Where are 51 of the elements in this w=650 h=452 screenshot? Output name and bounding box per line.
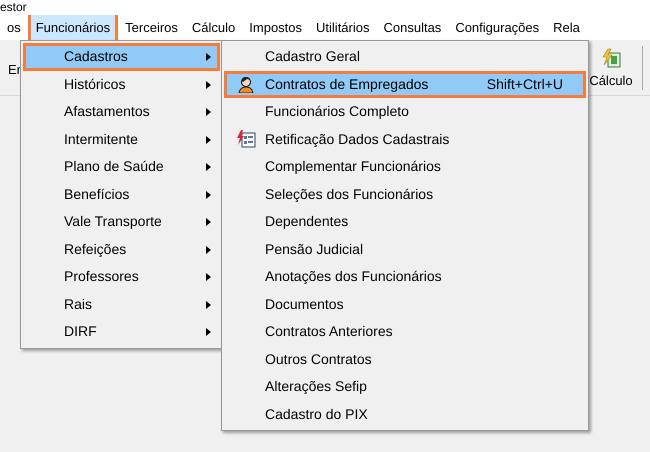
menu-item[interactable]: Contratos de Empregados Shift+Ctrl+U [224, 70, 586, 98]
menu-bar-item[interactable]: Terceiros [118, 15, 185, 40]
submenu-arrow-icon [206, 163, 211, 171]
shortcut-label: Shift+Ctrl+U [486, 74, 564, 94]
submenu-arrow-icon [206, 246, 211, 254]
menu-item[interactable]: Funcionários Completo [224, 98, 586, 126]
menu-bar-item[interactable]: Cálculo [184, 15, 242, 40]
menu-bar-item[interactable]: Rela [546, 15, 587, 40]
menu-item[interactable]: Históricos [23, 70, 220, 98]
menu-item[interactable]: Alterações Sefip [224, 373, 586, 400]
menu-item[interactable]: Intermitente [23, 126, 220, 153]
menu-bar-item[interactable]: Funcionários [28, 15, 118, 40]
menu-item[interactable]: Cadastros [23, 43, 220, 70]
menu-bar-item[interactable]: Utilitários [309, 15, 376, 40]
menu-item[interactable]: Dependentes [224, 208, 586, 236]
menu-item[interactable]: Cadastro do PIX [224, 400, 586, 428]
menu-item[interactable]: Benefícios [23, 180, 220, 208]
menu-bar-item[interactable]: os [0, 15, 28, 40]
menu-item[interactable]: Professores [23, 263, 220, 290]
menu-item[interactable]: Seleções dos Funcionários [224, 180, 586, 208]
menu-item[interactable]: Outros Contratos [224, 346, 586, 373]
menu-item[interactable]: DIRF [23, 318, 220, 346]
toolbar-label: Er [8, 61, 21, 79]
person-icon [237, 75, 255, 94]
submenu-arrow-icon [206, 80, 211, 88]
submenu-arrow-icon [206, 108, 211, 116]
menu-bar-item[interactable]: Impostos [242, 15, 310, 40]
submenu-arrow-icon [206, 328, 211, 336]
menu-bar-item[interactable]: Configurações [448, 15, 546, 40]
menu-item[interactable]: Pensão Judicial [224, 236, 586, 263]
menu-item[interactable]: Contratos Anteriores [224, 318, 586, 346]
submenu-arrow-icon [206, 190, 211, 198]
menu-item[interactable]: Refeições [23, 236, 220, 263]
menu-item[interactable]: Plano de Saúde [23, 153, 220, 180]
submenu-arrow-icon [206, 53, 211, 61]
menu-item[interactable]: Cadastro Geral [224, 43, 586, 70]
submenu-arrow-icon [206, 136, 211, 144]
submenu-arrow-icon [206, 273, 211, 281]
form-icon [236, 130, 256, 148]
menu-item[interactable]: Vale Transporte [23, 208, 220, 236]
lightning-sheet-icon [601, 48, 621, 68]
menu-item[interactable]: Retificação Dados Cadastrais [224, 126, 586, 153]
menu-item[interactable]: Anotações dos Funcionários [224, 263, 586, 290]
menu-item[interactable]: Documentos [224, 290, 586, 318]
menu-item[interactable]: Afastamentos [23, 98, 220, 126]
menu-item[interactable]: Rais [23, 290, 220, 318]
menu-item[interactable]: Complementar Funcionários [224, 153, 586, 180]
window-title: estor [0, 0, 27, 14]
submenu-arrow-icon [206, 218, 211, 226]
menu-bar-item[interactable]: Consultas [376, 15, 448, 40]
submenu-arrow-icon [206, 300, 211, 308]
